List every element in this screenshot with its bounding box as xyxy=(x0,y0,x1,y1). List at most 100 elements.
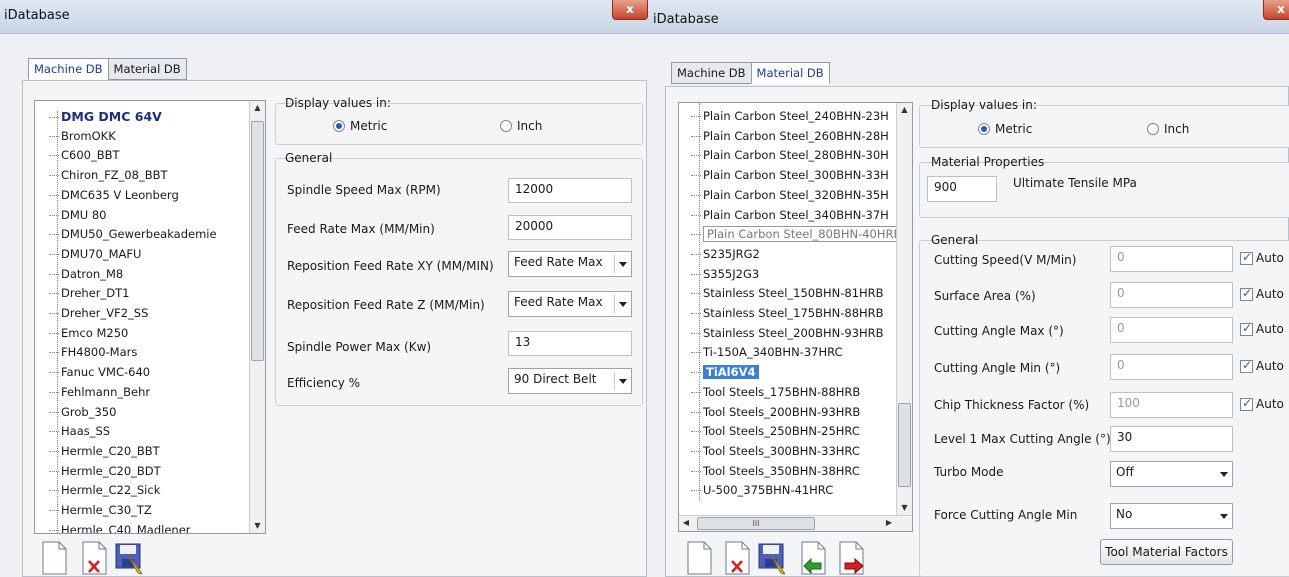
tree-item[interactable]: Chiron_FZ_08_BBT xyxy=(49,168,168,182)
delete-document-icon[interactable] xyxy=(723,541,751,575)
tree-item[interactable]: Dreher_VF2_SS xyxy=(49,306,148,320)
cutting-angle-max-auto-checkbox[interactable]: Auto xyxy=(1240,321,1284,336)
scroll-thumb[interactable] xyxy=(898,403,911,487)
radio-label: Metric xyxy=(995,122,1033,136)
tree-item[interactable]: Tool Steels_350BHN-38HRC xyxy=(691,464,860,478)
chip-thickness-auto-checkbox[interactable]: Auto xyxy=(1240,396,1284,411)
tree-item[interactable]: Stainless Steel_150BHN-81HRB xyxy=(691,286,884,300)
scroll-thumb[interactable] xyxy=(251,121,264,361)
feed-rate-input[interactable]: 20000 xyxy=(508,215,632,240)
uts-input[interactable]: 900 xyxy=(927,176,997,202)
right-close-button[interactable]: x xyxy=(1263,0,1289,20)
tree-item[interactable]: Hermle_C22_Sick xyxy=(49,483,160,497)
scroll-down-arrow-icon[interactable]: ▼ xyxy=(897,501,912,515)
reposition-z-select[interactable]: Feed Rate Max xyxy=(508,291,632,317)
tree-item[interactable]: DMU 80 xyxy=(49,208,106,222)
tool-material-factors-button[interactable]: Tool Material Factors xyxy=(1100,539,1233,565)
spindle-power-label: Spindle Power Max (Kw) xyxy=(287,340,432,354)
tree-item[interactable]: Haas_SS xyxy=(49,424,110,438)
tree-item[interactable]: Fehlmann_Behr xyxy=(49,385,150,399)
tree-item[interactable]: Emco M250 xyxy=(49,326,128,340)
tree-item[interactable]: Dreher_DT1 xyxy=(49,286,129,300)
tree-item[interactable]: Plain Carbon Steel_260BHN-28H xyxy=(691,129,889,143)
scroll-right-arrow-icon[interactable]: ▶ xyxy=(882,516,896,530)
tree-item-label: Tool Steels_175BHN-88HRB xyxy=(703,384,861,399)
scroll-up-arrow-icon[interactable]: ▲ xyxy=(250,101,265,115)
tree-item[interactable]: S235JRG2 xyxy=(691,247,760,261)
tree-item[interactable]: Tool Steels_250BHN-25HRC xyxy=(691,424,860,438)
tree-item[interactable]: DMC635 V Leonberg xyxy=(49,188,179,202)
tree-item[interactable]: Tool Steels_200BHN-93HRB xyxy=(691,405,860,419)
tree-item[interactable]: C600_BBT xyxy=(49,148,120,162)
spindle-power-input[interactable]: 13 xyxy=(508,331,632,356)
tree-item[interactable]: Plain Carbon Steel_280BHN-30H xyxy=(691,148,889,162)
force-angle-select[interactable]: No xyxy=(1110,503,1233,529)
tree-item[interactable]: Ti-150A_340BHN-37HRC xyxy=(691,345,843,359)
tree-item[interactable]: U-500_375BHN-41HRC xyxy=(691,483,833,497)
import-icon[interactable] xyxy=(799,541,827,575)
save-edit-icon[interactable] xyxy=(114,541,142,575)
tree-item[interactable]: DMU50_Gewerbeakademie xyxy=(49,227,217,241)
tree-item[interactable]: Plain Carbon Steel_80BHN-40HRB xyxy=(691,226,906,243)
tree-item[interactable]: Fanuc VMC-640 xyxy=(49,365,150,379)
tab-machine-db[interactable]: Machine DB xyxy=(671,62,752,84)
level1-max-angle-input[interactable]: 30 xyxy=(1110,426,1233,452)
surface-area-auto-checkbox[interactable]: Auto xyxy=(1240,286,1284,301)
tree-item[interactable]: Hermle_C20_BBT xyxy=(49,444,160,458)
tree-item[interactable]: DMG DMC 64V xyxy=(49,109,162,124)
left-radio-inch[interactable]: Inch xyxy=(500,119,542,133)
scroll-down-arrow-icon[interactable]: ▼ xyxy=(250,519,265,533)
tree-item[interactable]: Hermle_C20_BDT xyxy=(49,464,161,478)
tree-item[interactable]: S355J2G3 xyxy=(691,267,759,281)
surface-area-input[interactable]: 0 xyxy=(1110,282,1233,308)
machine-tree[interactable]: DMG DMC 64V BromOKK C600_BBT Chiron_FZ_08_B… xyxy=(34,100,266,534)
tree-item[interactable]: Plain Carbon Steel_300BHN-33H xyxy=(691,168,889,182)
material-tree-vscroll[interactable]: ▲ ▼ xyxy=(896,103,912,515)
tree-item[interactable]: Plain Carbon Steel_240BHN-23H xyxy=(691,109,889,123)
right-radio-metric[interactable]: Metric xyxy=(978,122,1032,136)
material-tree[interactable]: Plain Carbon Steel_240BHN-23H Plain Carbo… xyxy=(678,102,913,532)
tree-item[interactable]: Hermle_C40_Madlener xyxy=(49,523,191,533)
tree-item[interactable]: DMU70_MAFU xyxy=(49,247,141,261)
tab-material-db[interactable]: Material DB xyxy=(750,62,830,84)
material-tree-hscroll[interactable]: ◀ III ▶ xyxy=(679,515,912,531)
tree-item[interactable]: Tool Steels_300BHN-33HRC xyxy=(691,444,860,458)
new-document-icon[interactable] xyxy=(40,541,68,575)
tab-machine-db[interactable]: Machine DB xyxy=(28,58,109,80)
reposition-xy-select[interactable]: Feed Rate Max xyxy=(508,251,632,277)
tree-item[interactable]: BromOKK xyxy=(49,129,116,143)
tree-item[interactable]: Plain Carbon Steel_320BHN-35H xyxy=(691,188,889,202)
tree-item[interactable]: Plain Carbon Steel_340BHN-37H xyxy=(691,208,889,222)
hscroll-thumb[interactable]: III xyxy=(697,517,815,530)
tree-item[interactable]: Grob_350 xyxy=(49,405,116,419)
chip-thickness-input[interactable]: 100 xyxy=(1110,392,1233,418)
turbo-mode-select[interactable]: Off xyxy=(1110,461,1233,487)
right-radio-inch[interactable]: Inch xyxy=(1147,122,1189,136)
cutting-angle-max-input[interactable]: 0 xyxy=(1110,317,1233,343)
cutting-speed-input[interactable]: 0 xyxy=(1110,246,1233,272)
spindle-speed-input[interactable]: 12000 xyxy=(508,178,632,203)
tab-material-db[interactable]: Material DB xyxy=(107,58,187,80)
tree-item[interactable]: Hermle_C30_TZ xyxy=(49,503,152,517)
scroll-left-arrow-icon[interactable]: ◀ xyxy=(679,516,693,530)
tree-item[interactable]: Datron_M8 xyxy=(49,267,123,281)
checkbox-label: Auto xyxy=(1256,251,1284,265)
tree-item[interactable]: TiAl6V4 xyxy=(691,365,759,380)
tree-item[interactable]: Stainless Steel_175BHN-88HRB xyxy=(691,306,884,320)
export-icon[interactable] xyxy=(837,541,865,575)
tree-item[interactable]: Tool Steels_175BHN-88HRB xyxy=(691,385,860,399)
cutting-angle-min-auto-checkbox[interactable]: Auto xyxy=(1240,358,1284,373)
left-close-button[interactable]: x xyxy=(612,0,648,20)
efficiency-select[interactable]: 90 Direct Belt xyxy=(508,368,632,394)
tree-item[interactable]: Stainless Steel_200BHN-93HRB xyxy=(691,326,884,340)
left-general-label: General xyxy=(285,151,333,165)
scroll-up-arrow-icon[interactable]: ▲ xyxy=(897,103,912,117)
save-edit-icon[interactable] xyxy=(757,541,785,575)
cutting-speed-auto-checkbox[interactable]: Auto xyxy=(1240,250,1284,265)
tree-item[interactable]: FH4800-Mars xyxy=(49,345,137,359)
new-document-icon[interactable] xyxy=(685,541,713,575)
machine-tree-scrollbar[interactable]: ▲ ▼ xyxy=(249,101,265,533)
left-radio-metric[interactable]: Metric xyxy=(333,119,387,133)
cutting-angle-min-input[interactable]: 0 xyxy=(1110,354,1233,380)
delete-document-icon[interactable] xyxy=(80,541,108,575)
